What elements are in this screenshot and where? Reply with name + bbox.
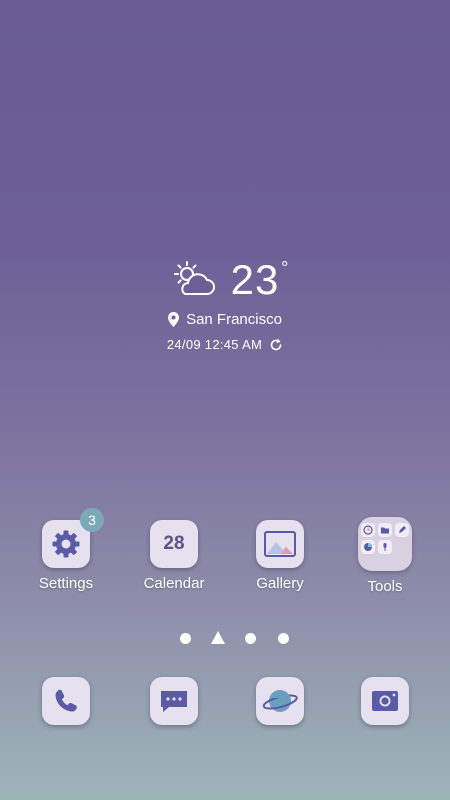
- camera-icon: [372, 691, 398, 711]
- internet-tile[interactable]: [256, 677, 304, 725]
- app-gallery[interactable]: Gallery: [230, 520, 330, 592]
- dock-camera[interactable]: [360, 677, 410, 727]
- page-dot[interactable]: [180, 633, 191, 644]
- app-tools-folder[interactable]: Tools: [335, 517, 435, 595]
- dock-messages[interactable]: [149, 677, 199, 727]
- weather-widget[interactable]: 23 ° San Francisco 24/09 12:45 AM: [0, 255, 450, 352]
- app-label: Gallery: [256, 575, 304, 592]
- page-indicator: [0, 630, 450, 646]
- settings-tile[interactable]: 3: [42, 508, 104, 568]
- clock-mini-icon: [361, 523, 375, 537]
- home-indicator-icon[interactable]: [211, 631, 225, 644]
- app-label: Tools: [367, 578, 403, 595]
- phone-tile[interactable]: [42, 677, 90, 725]
- app-calendar[interactable]: 28 Calendar: [124, 520, 224, 592]
- app-settings[interactable]: 3 Settings: [16, 508, 116, 592]
- app-label: Settings: [38, 575, 94, 592]
- partly-cloudy-icon: [171, 260, 217, 300]
- temperature-value: 23: [230, 256, 280, 303]
- page-dot[interactable]: [245, 633, 256, 644]
- temperature: 23 °: [230, 256, 289, 304]
- gallery-icon: [264, 531, 296, 557]
- temperature-unit: °: [281, 258, 290, 278]
- dock-internet[interactable]: [255, 677, 305, 727]
- calendar-tile[interactable]: 28: [150, 520, 198, 568]
- messages-icon: [161, 691, 187, 712]
- mic-mini-icon: [378, 540, 392, 554]
- update-time: 24/09 12:45 AM: [0, 337, 450, 352]
- location: San Francisco: [0, 311, 450, 328]
- notification-badge: 3: [80, 508, 104, 532]
- location-name: San Francisco: [186, 311, 282, 328]
- internet-icon: [262, 690, 298, 712]
- location-pin-icon: [168, 312, 180, 327]
- pen-mini-icon: [395, 523, 409, 537]
- chart-mini-icon: [361, 540, 375, 554]
- messages-tile[interactable]: [150, 677, 198, 725]
- dock-phone[interactable]: [41, 677, 91, 727]
- settings-gear-icon: [52, 530, 80, 558]
- refresh-icon[interactable]: [269, 338, 283, 352]
- phone-icon: [55, 689, 77, 712]
- page-dot[interactable]: [278, 633, 289, 644]
- tools-folder-icon[interactable]: [358, 517, 412, 571]
- update-time-text: 24/09 12:45 AM: [166, 337, 263, 352]
- app-label: Calendar: [143, 575, 205, 592]
- gallery-tile[interactable]: [256, 520, 304, 568]
- folder-mini-icon: [378, 523, 392, 537]
- camera-tile[interactable]: [361, 677, 409, 725]
- calendar-icon: 28: [163, 533, 185, 554]
